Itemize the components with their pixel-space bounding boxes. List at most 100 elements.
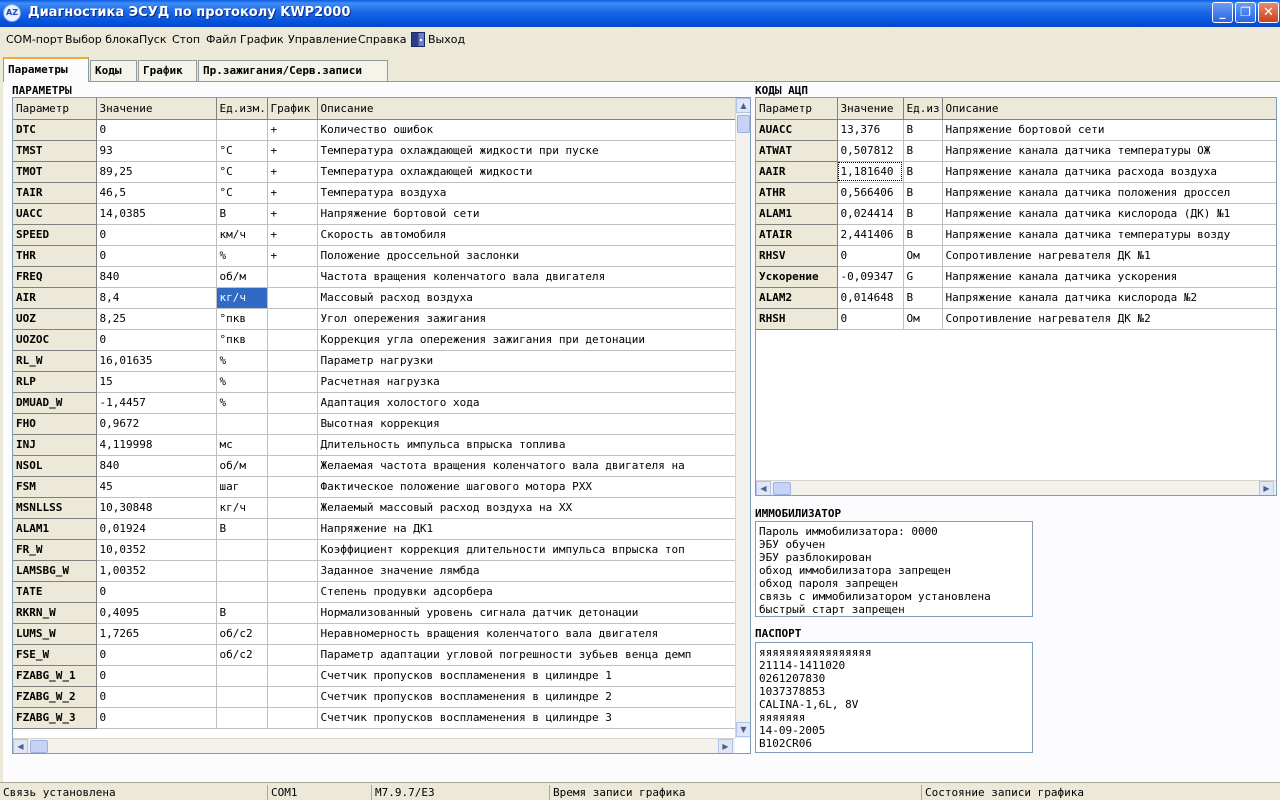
menu-file[interactable]: Файл (206, 33, 236, 46)
tab-codes[interactable]: Коды (90, 60, 137, 81)
parameter-cell[interactable]: FZABG_W_2 (13, 686, 97, 708)
unit-cell[interactable]: кг/ч (216, 497, 268, 519)
unit-cell[interactable]: °пкв (216, 329, 268, 351)
tab-ignition-service[interactable]: Пр.зажигания/Серв.записи (198, 60, 388, 81)
adc-codes-grid[interactable]: Параметр Значение Ед.из Описание AUACC 13,37… (755, 97, 1277, 496)
parameter-cell[interactable]: UOZOC (13, 329, 97, 351)
value-cell[interactable]: 0 (96, 329, 217, 351)
description-cell[interactable]: Количество ошибок (317, 119, 736, 141)
value-cell[interactable]: 0,4095 (96, 602, 217, 624)
value-cell[interactable]: -1,4457 (96, 392, 217, 414)
parameter-cell[interactable]: TAIR (13, 182, 97, 204)
value-cell[interactable]: 0 (837, 245, 904, 267)
description-cell[interactable]: Параметр адаптации угловой погрешности з… (317, 644, 736, 666)
unit-cell[interactable] (216, 665, 268, 687)
unit-cell[interactable] (216, 560, 268, 582)
unit-cell[interactable]: B (903, 161, 943, 183)
description-cell[interactable]: Нормализованный уровень сигнала датчик д… (317, 602, 736, 624)
chart-flag-cell[interactable]: + (267, 161, 318, 183)
column-header-parameter[interactable]: Параметр (756, 98, 838, 120)
description-cell[interactable]: Неравномерность вращения коленчатого вал… (317, 623, 736, 645)
chart-flag-cell[interactable] (267, 560, 318, 582)
value-cell[interactable]: 0,014648 (837, 287, 904, 309)
value-cell[interactable]: 14,0385 (96, 203, 217, 225)
table-row[interactable]: ALAM1 0,01924 B Напряжение на ДК1 (13, 518, 736, 540)
description-cell[interactable]: Угол опережения зажигания (317, 308, 736, 330)
unit-cell[interactable]: км/ч (216, 224, 268, 246)
table-row[interactable]: RHSH 0 Ом Сопротивление нагревателя ДК №2 (756, 308, 1276, 330)
unit-cell[interactable]: G (903, 266, 943, 288)
menu-stop[interactable]: Стоп (172, 33, 200, 46)
parameter-cell[interactable]: AUACC (756, 119, 838, 141)
description-cell[interactable]: Заданное значение лямбда (317, 560, 736, 582)
table-row[interactable]: THR 0% + Положение дроссельной заслонки (13, 245, 736, 267)
column-header-description[interactable]: Описание (317, 98, 736, 120)
value-cell[interactable]: 0 (96, 665, 217, 687)
table-row[interactable]: Ускорение -0,09347 G Напряжение канала датч… (756, 266, 1276, 288)
chart-flag-cell[interactable] (267, 287, 318, 309)
table-row[interactable]: MSNLLSS 10,30848 кг/ч Желаемый массовый рас… (13, 497, 736, 519)
value-cell[interactable]: 0 (96, 644, 217, 666)
table-row[interactable]: LAMSBG_W 1,00352 Заданное значение лямбда (13, 560, 736, 582)
value-cell[interactable]: 0,01924 (96, 518, 217, 540)
table-row[interactable]: FR_W 10,0352 Коэффициент коррекция длитель… (13, 539, 736, 561)
table-row[interactable]: RHSV 0 Ом Сопротивление нагревателя ДК №1 (756, 245, 1276, 267)
table-row[interactable]: UACC 14,0385 B + Напряжение бортовой сети (13, 203, 736, 225)
chart-flag-cell[interactable] (267, 371, 318, 393)
chart-flag-cell[interactable]: + (267, 203, 318, 225)
parameter-cell[interactable]: NSOL (13, 455, 97, 477)
table-row[interactable]: SPEED 0 км/ч + Скорость автомобиля (13, 224, 736, 246)
chart-flag-cell[interactable]: + (267, 182, 318, 204)
unit-cell[interactable]: °C (216, 182, 268, 204)
chart-flag-cell[interactable] (267, 266, 318, 288)
parameter-cell[interactable]: AAIR (756, 161, 838, 183)
table-row[interactable]: UOZOC 0 °пкв Коррекция угла опережения зажи… (13, 329, 736, 351)
chart-flag-cell[interactable] (267, 602, 318, 624)
description-cell[interactable]: Напряжение на ДК1 (317, 518, 736, 540)
description-cell[interactable]: Желаемый массовый расход воздуха на ХХ (317, 497, 736, 519)
parameters-horizontal-scrollbar[interactable]: ◀ ▶ (13, 738, 735, 753)
table-row[interactable]: TATE 0 Степень продувки адсорбера (13, 581, 736, 603)
value-cell[interactable]: 2,441406 (837, 224, 904, 246)
unit-cell[interactable]: B (903, 182, 943, 204)
chart-flag-cell[interactable] (267, 497, 318, 519)
chart-flag-cell[interactable] (267, 413, 318, 435)
value-cell[interactable]: 840 (96, 455, 217, 477)
scroll-right-icon[interactable]: ▶ (718, 739, 733, 753)
description-cell[interactable]: Частота вращения коленчатого вала двигат… (317, 266, 736, 288)
parameter-cell[interactable]: Ускорение (756, 266, 838, 288)
column-header-parameter[interactable]: Параметр (13, 98, 97, 120)
parameter-cell[interactable]: FHO (13, 413, 97, 435)
unit-cell[interactable]: B (903, 140, 943, 162)
parameter-cell[interactable]: RLP (13, 371, 97, 393)
table-row[interactable]: AAIR 1,181640 B Напряжение канала датчика р… (756, 161, 1276, 183)
chart-flag-cell[interactable] (267, 308, 318, 330)
value-cell[interactable]: 8,25 (96, 308, 217, 330)
chart-flag-cell[interactable] (267, 665, 318, 687)
description-cell[interactable]: Напряжение канала датчика положения дрос… (942, 182, 1276, 204)
description-cell[interactable]: Желаемая частота вращения коленчатого ва… (317, 455, 736, 477)
chart-flag-cell[interactable] (267, 581, 318, 603)
description-cell[interactable]: Счетчик пропусков воспламенения в цилинд… (317, 665, 736, 687)
table-row[interactable]: UOZ 8,25 °пкв Угол опережения зажигания (13, 308, 736, 330)
chart-flag-cell[interactable]: + (267, 224, 318, 246)
menu-chart[interactable]: График (240, 33, 284, 46)
chart-flag-cell[interactable]: + (267, 245, 318, 267)
description-cell[interactable]: Температура охлаждающей жидкости при пус… (317, 140, 736, 162)
description-cell[interactable]: Параметр нагрузки (317, 350, 736, 372)
unit-cell[interactable]: B (216, 602, 268, 624)
description-cell[interactable]: Степень продувки адсорбера (317, 581, 736, 603)
unit-cell[interactable]: мс (216, 434, 268, 456)
value-cell[interactable]: 93 (96, 140, 217, 162)
table-row[interactable]: AIR 8,4 кг/ч Массовый расход воздуха (13, 287, 736, 309)
value-cell[interactable]: -0,09347 (837, 266, 904, 288)
parameter-cell[interactable]: UOZ (13, 308, 97, 330)
value-cell[interactable]: 0 (96, 119, 217, 141)
parameter-cell[interactable]: RL_W (13, 350, 97, 372)
unit-cell[interactable]: об/с2 (216, 623, 268, 645)
description-cell[interactable]: Высотная коррекция (317, 413, 736, 435)
unit-cell[interactable]: °C (216, 140, 268, 162)
unit-cell[interactable]: % (216, 245, 268, 267)
unit-cell[interactable]: Ом (903, 245, 943, 267)
description-cell[interactable]: Напряжение канала датчика температуры во… (942, 224, 1276, 246)
